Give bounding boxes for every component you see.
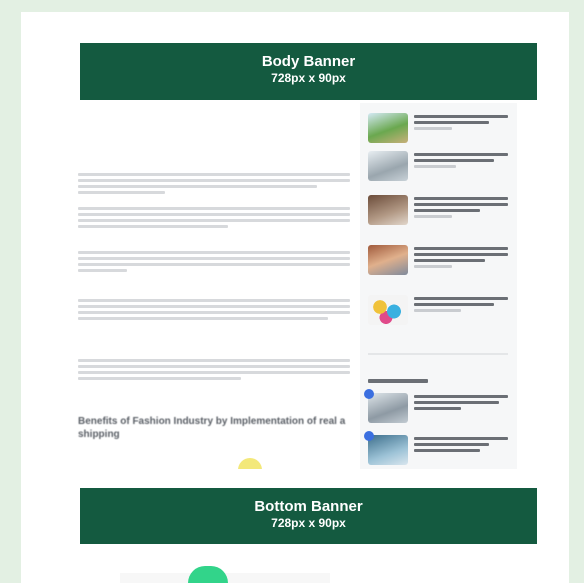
sidebar <box>360 103 517 469</box>
recent-post-item[interactable] <box>368 195 510 231</box>
popular-post-item[interactable] <box>364 431 510 469</box>
body-banner[interactable]: Body Banner 728px x 90px <box>80 43 537 100</box>
article-content: Benefits of Fashion Industry by Implemen… <box>78 103 354 469</box>
post-thumbnail <box>368 245 408 275</box>
post-thumbnail <box>368 151 408 181</box>
recent-post-item[interactable] <box>368 113 510 149</box>
rank-badge <box>364 389 374 399</box>
body-banner-size: 728px x 90px <box>271 71 346 85</box>
article-paragraph <box>78 251 350 275</box>
post-thumbnail <box>368 393 408 423</box>
decorative-graphic <box>238 458 262 469</box>
article-paragraph <box>78 359 350 383</box>
blog-page-preview: Benefits of Fashion Industry by Implemen… <box>68 103 517 469</box>
post-thumbnail <box>368 435 408 465</box>
recent-post-item[interactable] <box>368 245 510 281</box>
popular-post-item[interactable] <box>364 389 510 429</box>
body-banner-title: Body Banner <box>261 53 356 70</box>
post-thumbnail <box>368 113 408 143</box>
article-paragraph <box>78 207 350 231</box>
rank-badge <box>364 431 374 441</box>
article-paragraph <box>78 173 350 197</box>
recent-post-item[interactable] <box>368 295 510 331</box>
bottom-banner[interactable]: Bottom Banner 728px x 90px <box>80 488 537 544</box>
bottom-banner-title: Bottom Banner <box>254 498 363 515</box>
bottom-banner-size: 728px x 90px <box>271 516 346 530</box>
article-heading: Benefits of Fashion Industry by Implemen… <box>78 416 346 440</box>
post-thumbnail <box>368 295 408 325</box>
sidebar-divider <box>368 353 508 355</box>
article-paragraph <box>78 299 350 323</box>
post-thumbnail <box>368 195 408 225</box>
recent-post-item[interactable] <box>368 151 510 187</box>
sidebar-section-heading <box>368 379 428 383</box>
